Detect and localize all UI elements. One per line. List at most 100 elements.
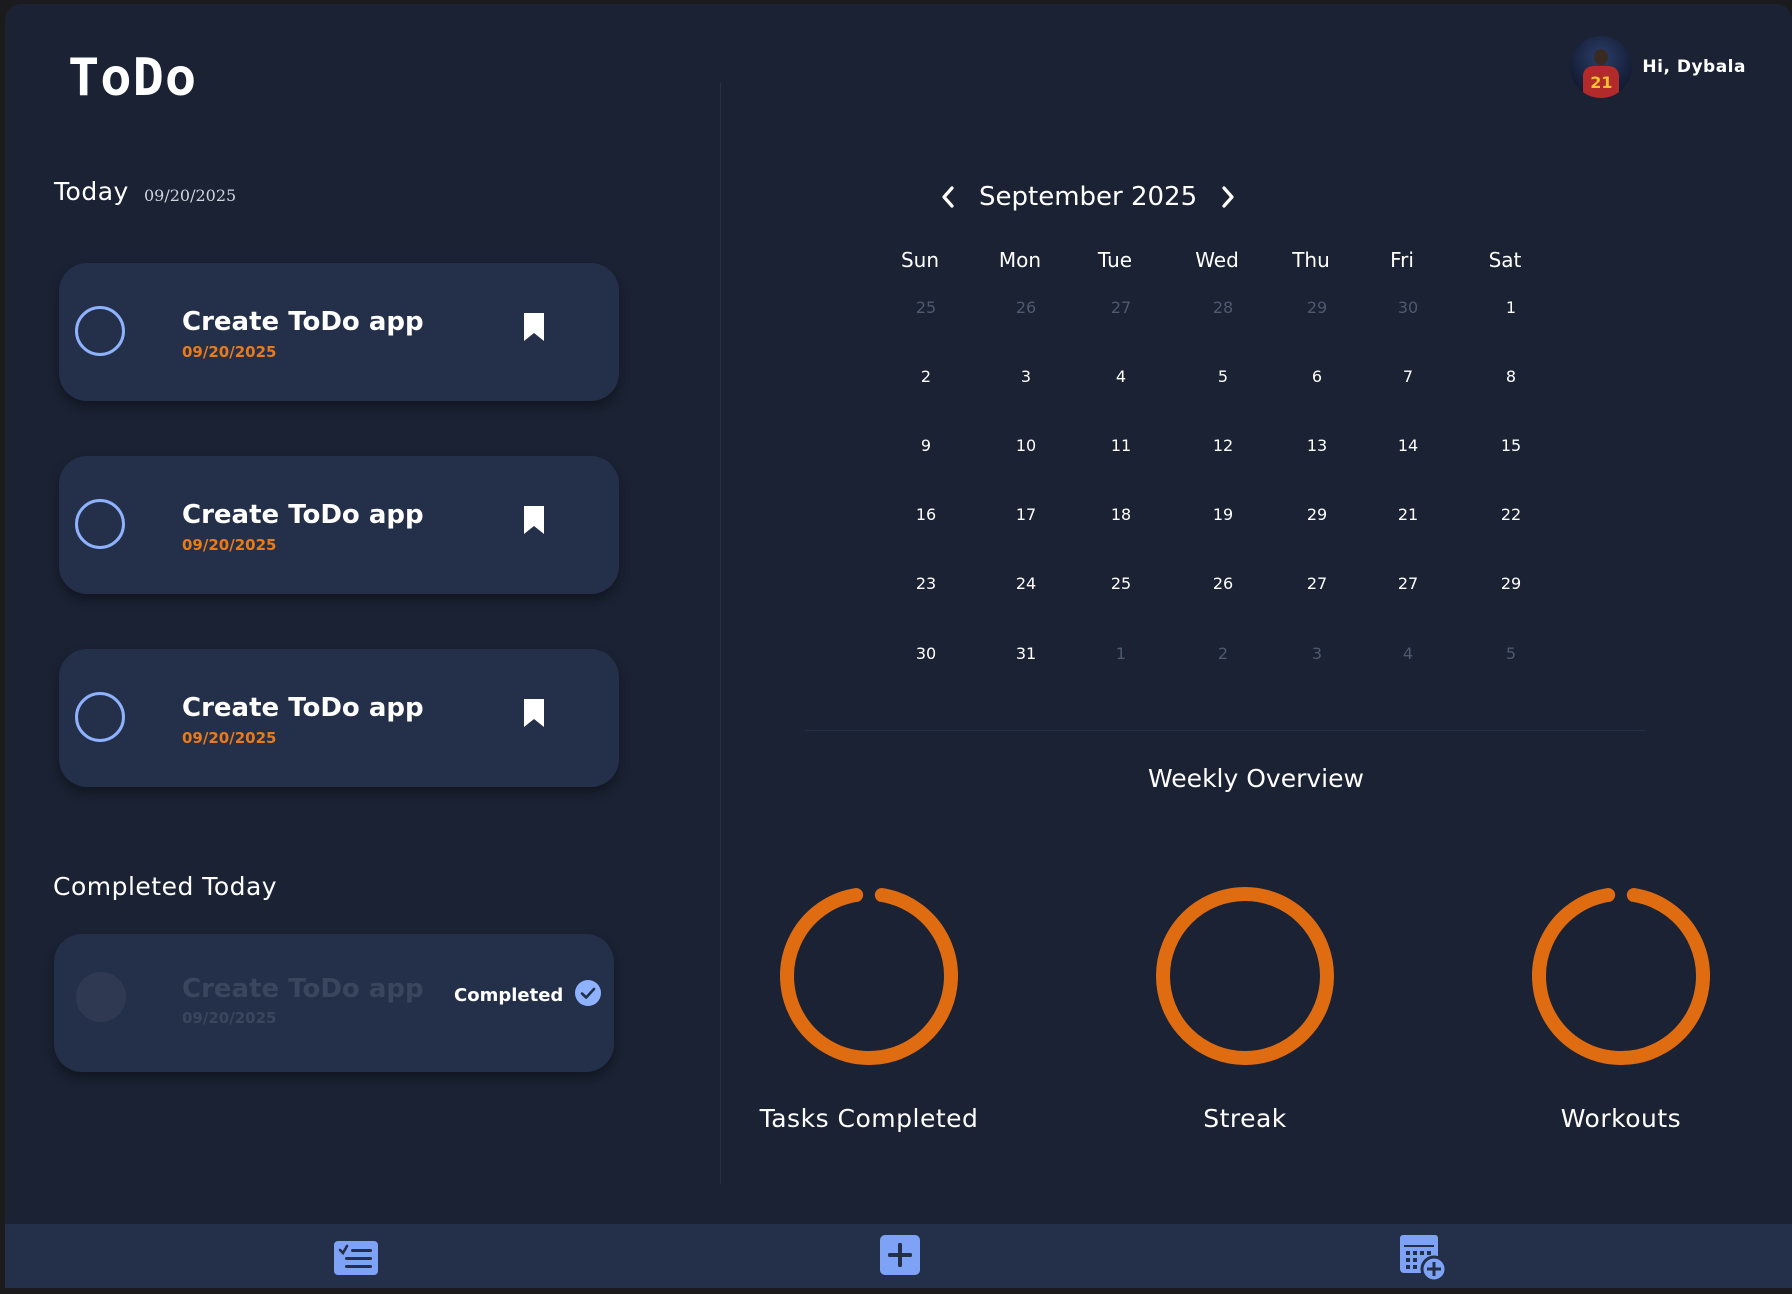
- weekly-overview-title: Weekly Overview: [1148, 764, 1364, 793]
- avatar[interactable]: 21: [1570, 36, 1633, 98]
- calendar-day-outside[interactable]: 3: [1312, 644, 1322, 663]
- calendar-prev-button[interactable]: [935, 184, 961, 210]
- calendar-next-button[interactable]: [1215, 184, 1241, 210]
- tasks-list-icon: [334, 1241, 378, 1275]
- calendar-day[interactable]: 26: [1213, 574, 1233, 593]
- progress-ring: [1153, 884, 1337, 1072]
- completed-title: Completed Today: [53, 872, 278, 901]
- calendar-day[interactable]: 3: [1021, 367, 1031, 386]
- calendar-day[interactable]: 21: [1398, 505, 1418, 524]
- task-title: Create ToDo app: [182, 693, 424, 723]
- progress-ring-label: Streak: [1203, 1104, 1287, 1133]
- weekday-label: Wed: [1195, 248, 1239, 272]
- calendar-day[interactable]: 31: [1016, 644, 1036, 663]
- task-title: Create ToDo app: [182, 307, 424, 337]
- calendar-day[interactable]: 1: [1506, 298, 1516, 317]
- calendar-day[interactable]: 24: [1016, 574, 1036, 593]
- calendar-day[interactable]: 30: [916, 644, 936, 663]
- calendar-day[interactable]: 15: [1501, 436, 1521, 455]
- progress-ring-label: Workouts: [1560, 1104, 1682, 1133]
- calendar-day[interactable]: 13: [1307, 436, 1327, 455]
- task-checkbox[interactable]: [75, 306, 125, 356]
- calendar-day[interactable]: 4: [1116, 367, 1126, 386]
- completed-task-card[interactable]: Create ToDo app 09/20/2025 Completed: [54, 934, 614, 1072]
- calendar-day[interactable]: 25: [1111, 574, 1131, 593]
- calendar-day[interactable]: 29: [1307, 505, 1327, 524]
- avatar-head: [1594, 49, 1609, 65]
- calendar-day[interactable]: 9: [921, 436, 931, 455]
- calendar-day[interactable]: 7: [1403, 367, 1413, 386]
- nav-tasks-button[interactable]: [332, 1232, 380, 1284]
- bookmark-icon[interactable]: [522, 504, 546, 540]
- calendar-day[interactable]: 27: [1398, 574, 1418, 593]
- calendar-day[interactable]: 14: [1398, 436, 1418, 455]
- calendar-day-outside[interactable]: 28: [1213, 298, 1233, 317]
- progress-ring: [777, 884, 961, 1072]
- today-date: 09/20/2025: [144, 186, 237, 205]
- calendar-day[interactable]: 2: [921, 367, 931, 386]
- weekday-label: Tue: [1097, 248, 1133, 272]
- chevron-left-icon: [942, 186, 954, 208]
- nav-add-button[interactable]: [877, 1232, 923, 1282]
- task-checkbox[interactable]: [75, 692, 125, 742]
- calendar-day[interactable]: 29: [1501, 574, 1521, 593]
- completed-task-title: Create ToDo app: [182, 974, 424, 1004]
- calendar-day[interactable]: 11: [1111, 436, 1131, 455]
- nav-calendar-add-button[interactable]: [1397, 1232, 1449, 1288]
- calendar-day[interactable]: 18: [1111, 505, 1131, 524]
- calendar-add-icon: [1400, 1235, 1448, 1283]
- calendar-day-outside[interactable]: 27: [1111, 298, 1131, 317]
- completed-task-date: 09/20/2025: [182, 1009, 277, 1027]
- task-title: Create ToDo app: [182, 500, 424, 530]
- weekday-label: Sat: [1488, 248, 1522, 272]
- calendar-day[interactable]: 16: [916, 505, 936, 524]
- calendar-day[interactable]: 10: [1016, 436, 1036, 455]
- chevron-right-icon: [1222, 186, 1234, 208]
- section-divider: [805, 730, 1645, 731]
- column-divider: [720, 82, 721, 1184]
- progress-ring: [1529, 884, 1713, 1072]
- bookmark-icon[interactable]: [522, 697, 546, 733]
- calendar-day[interactable]: 6: [1312, 367, 1322, 386]
- progress-ring-arc: [1532, 888, 1710, 1065]
- calendar-day-outside[interactable]: 26: [1016, 298, 1036, 317]
- task-card[interactable]: Create ToDo app 09/20/2025: [59, 456, 619, 594]
- user-greeting: Hi, Dybala: [1642, 57, 1746, 77]
- progress-ring-arc: [1156, 887, 1334, 1065]
- task-date: 09/20/2025: [182, 343, 277, 361]
- bottom-nav-bar: [5, 1224, 1792, 1288]
- task-card[interactable]: Create ToDo app 09/20/2025: [59, 263, 619, 401]
- user-profile[interactable]: 21 Hi, Dybala: [1570, 36, 1746, 98]
- task-date: 09/20/2025: [182, 729, 277, 747]
- calendar-day[interactable]: 22: [1501, 505, 1521, 524]
- calendar-day-outside[interactable]: 25: [916, 298, 936, 317]
- weekday-label: Sun: [900, 248, 940, 272]
- today-title: Today: [54, 177, 129, 206]
- calendar-day[interactable]: 19: [1213, 505, 1233, 524]
- task-date: 09/20/2025: [182, 536, 277, 554]
- calendar-day[interactable]: 5: [1218, 367, 1228, 386]
- completed-task-checkbox[interactable]: [76, 972, 126, 1022]
- task-checkbox[interactable]: [75, 499, 125, 549]
- app-window: ToDo 21 Hi, Dybala Today 09/20/2025 Crea…: [5, 4, 1792, 1288]
- calendar-day-outside[interactable]: 2: [1218, 644, 1228, 663]
- calendar-day-outside[interactable]: 5: [1506, 644, 1516, 663]
- completed-status: Completed: [454, 980, 602, 1011]
- progress-ring-arc: [780, 888, 958, 1065]
- calendar-day-outside[interactable]: 1: [1116, 644, 1126, 663]
- check-circle-icon: [575, 980, 602, 1011]
- calendar-day[interactable]: 27: [1307, 574, 1327, 593]
- calendar-day-outside[interactable]: 4: [1403, 644, 1413, 663]
- app-logo: ToDo: [68, 48, 198, 108]
- calendar-month-label: September 2025: [979, 182, 1198, 212]
- calendar-day[interactable]: 17: [1016, 505, 1036, 524]
- bookmark-icon[interactable]: [522, 311, 546, 347]
- calendar-day[interactable]: 23: [916, 574, 936, 593]
- calendar-day-outside[interactable]: 30: [1398, 298, 1418, 317]
- task-card[interactable]: Create ToDo app 09/20/2025: [59, 649, 619, 787]
- calendar-day-outside[interactable]: 29: [1307, 298, 1327, 317]
- calendar-day[interactable]: 8: [1506, 367, 1516, 386]
- calendar-header: September 2025: [935, 182, 1241, 212]
- weekday-label: Thu: [1292, 248, 1330, 272]
- calendar-day[interactable]: 12: [1213, 436, 1233, 455]
